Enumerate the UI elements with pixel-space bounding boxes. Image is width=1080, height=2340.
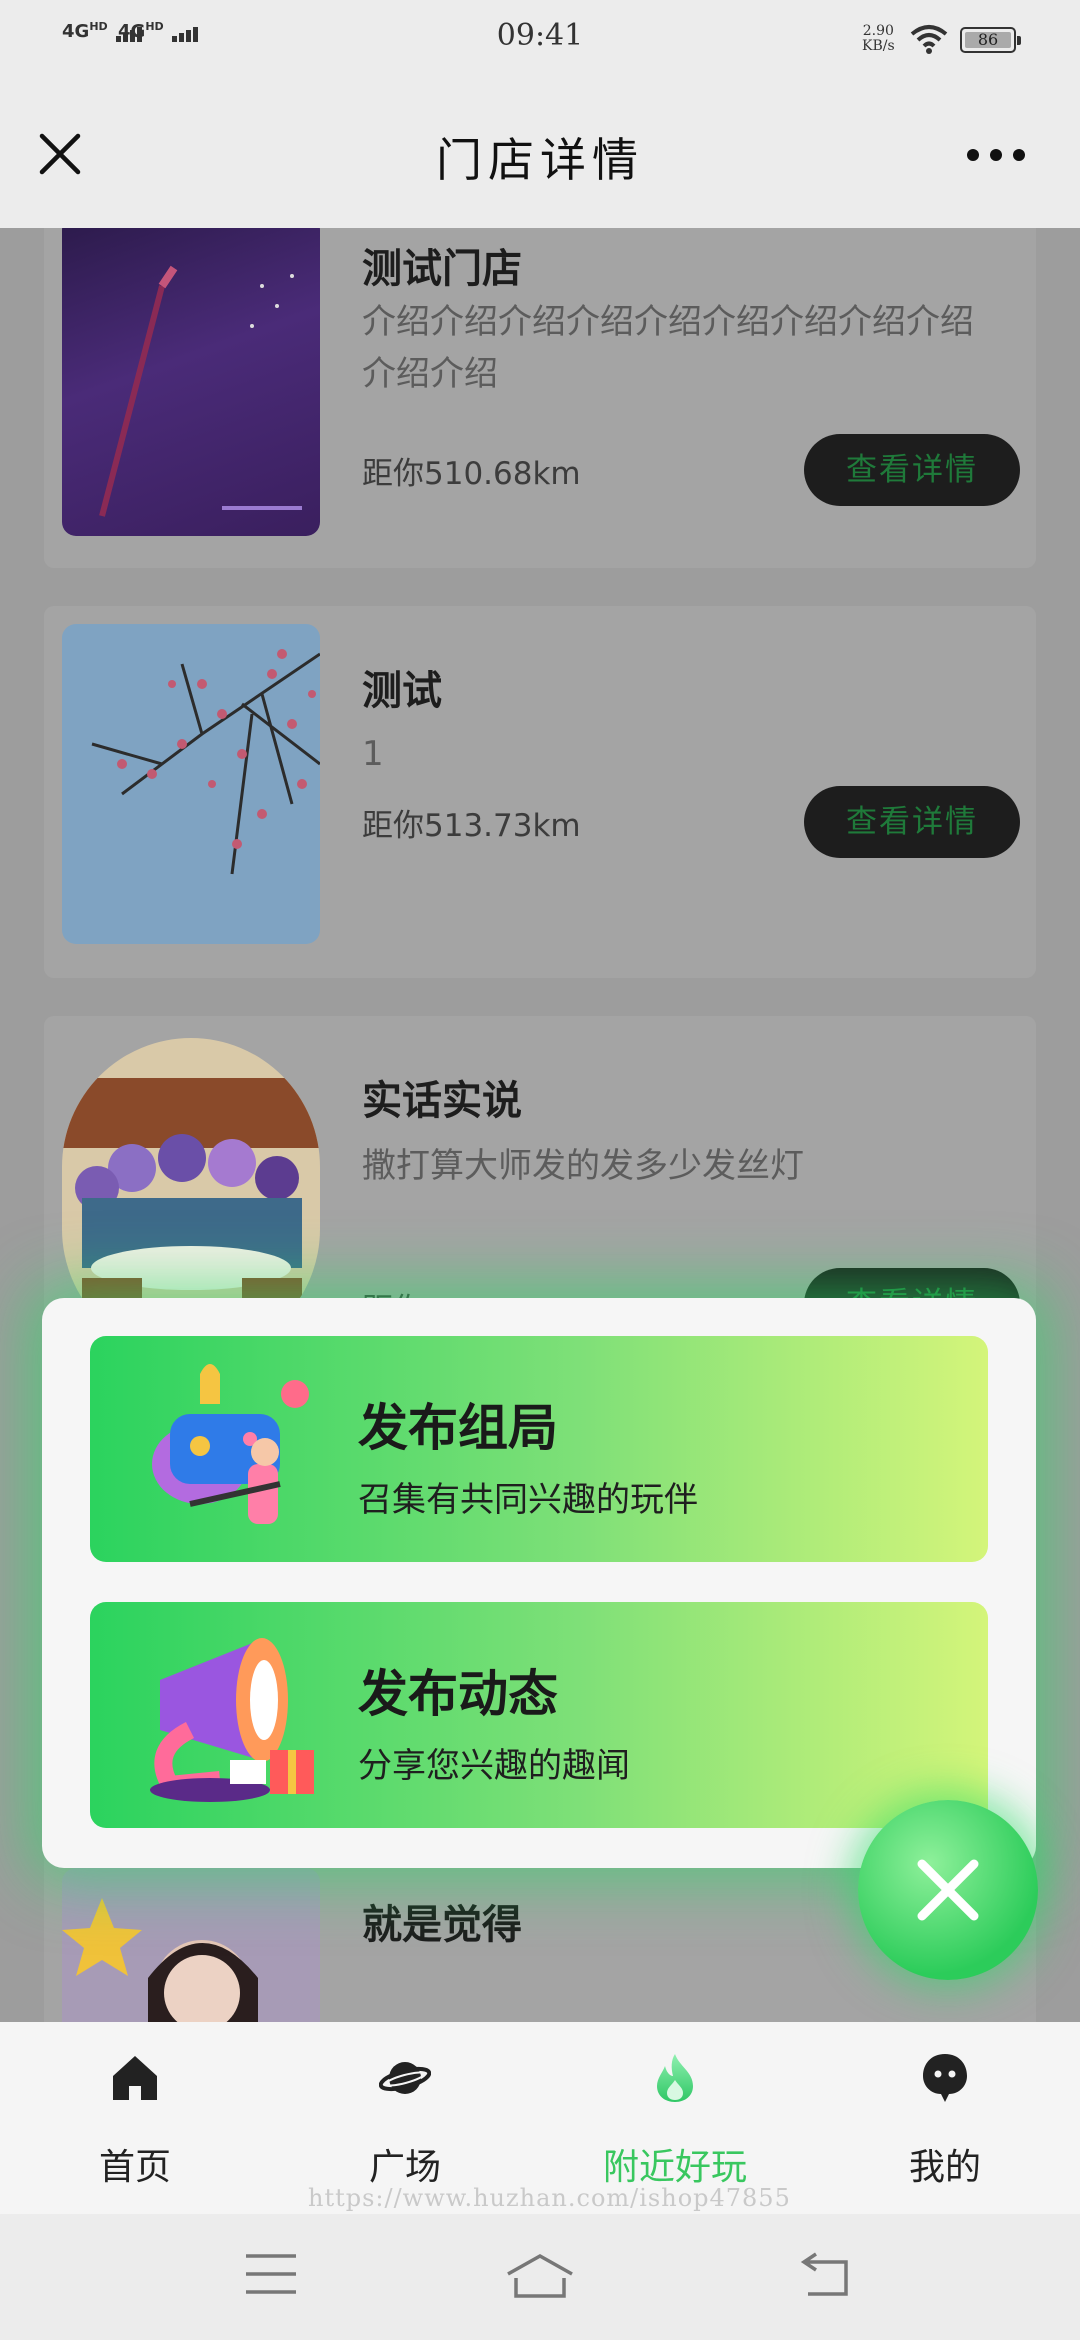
store-name: 实话实说 bbox=[362, 1078, 522, 1124]
store-name: 测试 bbox=[362, 668, 442, 714]
battery-level: 86 bbox=[977, 30, 999, 49]
megaphone-illustration bbox=[150, 1638, 314, 1802]
tab-mine[interactable]: 我的 bbox=[810, 2022, 1080, 2214]
tab-label: 我的 bbox=[908, 2147, 981, 2188]
close-icon bbox=[917, 1859, 979, 1921]
store-image bbox=[62, 1898, 258, 2022]
net-speed: 2.90 KB/s bbox=[862, 24, 895, 54]
game-party-illustration bbox=[152, 1364, 309, 1524]
back-icon[interactable] bbox=[798, 2252, 852, 2300]
view-details-button[interactable]: 查看详情 bbox=[804, 434, 1020, 506]
store-desc: 撒打算大师发的发多少发丝灯 bbox=[362, 1146, 804, 1186]
page-title: 门店详情 bbox=[436, 133, 644, 187]
menu-icon[interactable] bbox=[244, 2252, 298, 2296]
store-thumbnail bbox=[62, 624, 320, 944]
home-icon bbox=[113, 2056, 157, 2100]
system-nav-bar bbox=[0, 2214, 1080, 2340]
view-details-button[interactable]: 查看详情 bbox=[804, 786, 1020, 858]
tab-home[interactable]: 首页 bbox=[0, 2022, 270, 2214]
nav-bar: 门店详情 bbox=[0, 78, 1080, 228]
battery-icon: 86 bbox=[960, 27, 1021, 53]
store-distance: 距你513.73km bbox=[362, 808, 581, 844]
store-thumbnail bbox=[62, 1868, 320, 2022]
more-dots-icon[interactable] bbox=[966, 148, 1026, 162]
store-name: 测试门店 bbox=[362, 246, 522, 292]
publish-popup: 发布组局 召集有共同兴趣的玩伴 发布动态 分享您兴趣的趣闻 bbox=[42, 1298, 1036, 1868]
store-thumbnail bbox=[62, 228, 320, 536]
action-subtitle: 召集有共同兴趣的玩伴 bbox=[358, 1480, 698, 1520]
tab-label: 广场 bbox=[368, 2147, 441, 2188]
store-image bbox=[91, 649, 320, 875]
fab-close-button[interactable] bbox=[858, 1800, 1038, 1980]
tab-label: 首页 bbox=[98, 2147, 171, 2188]
wifi-icon bbox=[910, 25, 948, 54]
action-title: 发布动态 bbox=[358, 1665, 558, 1723]
store-card[interactable]: 测试 1 距你513.73km 查看详情 bbox=[44, 606, 1036, 978]
action-title: 发布组局 bbox=[358, 1399, 558, 1457]
net-speed-unit: KB/s bbox=[862, 38, 895, 54]
flame-icon bbox=[657, 2054, 693, 2102]
action-subtitle: 分享您兴趣的趣闻 bbox=[358, 1746, 630, 1786]
store-image bbox=[99, 265, 302, 517]
tab-label: 附近好玩 bbox=[602, 2147, 747, 2188]
planet-icon bbox=[379, 2062, 431, 2094]
publish-post-button[interactable]: 发布动态 分享您兴趣的趣闻 bbox=[90, 1602, 988, 1828]
publish-party-button[interactable]: 发布组局 召集有共同兴趣的玩伴 bbox=[90, 1336, 988, 1562]
status-bar: 4GHD 4GHD 09:41 2.90 KB/s 86 bbox=[0, 0, 1080, 78]
store-name: 就是觉得 bbox=[362, 1902, 522, 1948]
store-desc: 1 bbox=[362, 734, 384, 774]
home-nav-icon[interactable] bbox=[504, 2252, 576, 2300]
store-distance: 距你510.68km bbox=[362, 456, 581, 492]
net-speed-value: 2.90 bbox=[862, 23, 894, 39]
store-card[interactable]: 测试门店 介绍介绍介绍介绍介绍介绍介绍介绍介绍介绍介绍 距你510.68km 查… bbox=[44, 228, 1036, 568]
store-desc: 介绍介绍介绍介绍介绍介绍介绍介绍介绍介绍介绍 bbox=[362, 302, 974, 394]
profile-icon bbox=[923, 2054, 967, 2102]
watermark: https://www.huzhan.com/ishop47855 bbox=[308, 2184, 791, 2212]
